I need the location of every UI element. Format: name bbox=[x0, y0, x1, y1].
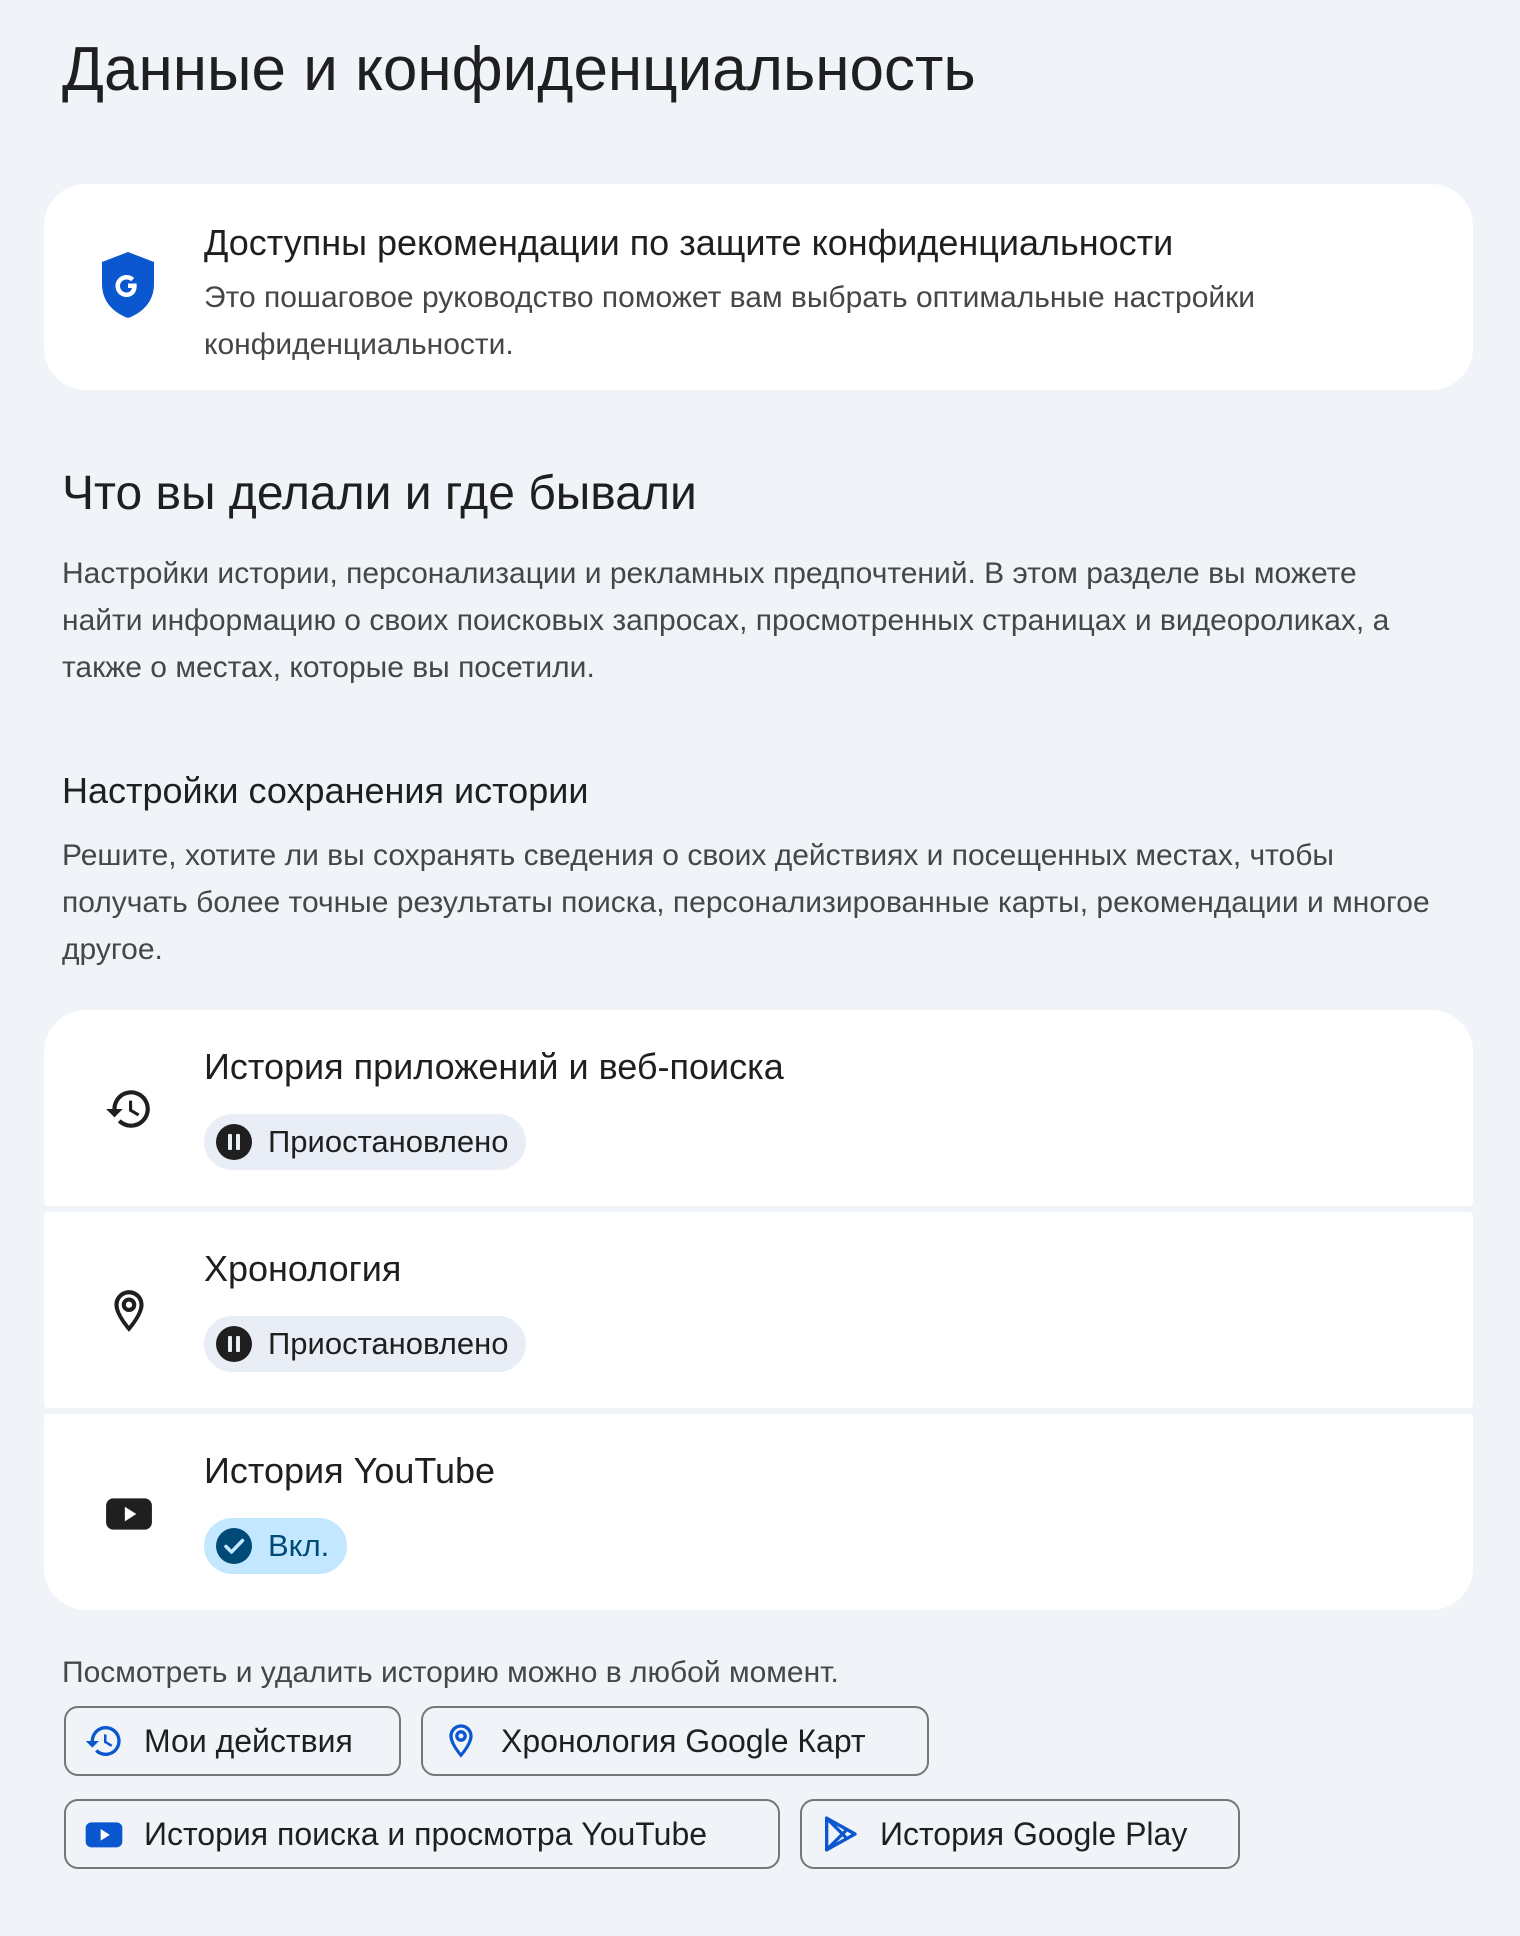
button-label: Мои действия bbox=[144, 1722, 353, 1759]
activity-section-title: Что вы делали и где бывали bbox=[62, 467, 697, 520]
youtube-icon bbox=[85, 1822, 123, 1848]
location-pin-icon bbox=[114, 1290, 144, 1332]
page-title: Данные и конфиденциальность bbox=[62, 35, 976, 104]
item-title: Хронология bbox=[204, 1248, 402, 1289]
button-label: Хронология Google Карт bbox=[501, 1722, 866, 1759]
google-maps-timeline-button[interactable]: Хронология Google Карт bbox=[421, 1706, 929, 1776]
button-label: История Google Play bbox=[880, 1815, 1188, 1852]
timeline-item[interactable]: Хронология Приостановлено bbox=[44, 1212, 1473, 1408]
shield-google-icon bbox=[102, 252, 154, 318]
google-play-history-button[interactable]: История Google Play bbox=[800, 1799, 1240, 1869]
check-circle-icon bbox=[216, 1528, 252, 1564]
status-label: Приостановлено bbox=[268, 1124, 509, 1159]
footer-note: Посмотреть и удалить историю можно в люб… bbox=[62, 1656, 839, 1689]
item-title: История приложений и веб-поиска bbox=[204, 1046, 784, 1087]
activity-section-description: Настройки истории, персонализации и рекл… bbox=[62, 557, 1390, 684]
status-badge: Приостановлено bbox=[204, 1114, 527, 1170]
pause-icon bbox=[216, 1326, 252, 1362]
status-badge: Приостановлено bbox=[204, 1316, 527, 1372]
privacy-recommendation-card[interactable]: Доступны рекомендации по защите конфиден… bbox=[44, 184, 1473, 390]
pause-icon bbox=[216, 1124, 252, 1160]
history-settings-list: История приложений и веб-поиска Приостан… bbox=[44, 1010, 1473, 1610]
status-label: Вкл. bbox=[268, 1528, 330, 1563]
youtube-history-button[interactable]: История поиска и просмотра YouTube bbox=[64, 1799, 780, 1869]
status-label: Приостановлено bbox=[268, 1326, 509, 1361]
youtube-icon bbox=[106, 1498, 152, 1530]
item-title: История YouTube bbox=[204, 1450, 496, 1491]
button-label: История поиска и просмотра YouTube bbox=[144, 1815, 708, 1852]
history-icon bbox=[106, 1090, 150, 1128]
page: Данные и конфиденциальность Доступны рек… bbox=[0, 0, 1520, 1936]
status-badge: Вкл. bbox=[204, 1518, 348, 1574]
history-settings-title: Настройки сохранения истории bbox=[62, 770, 589, 811]
youtube-history-item[interactable]: История YouTube Вкл. bbox=[44, 1414, 1473, 1610]
history-settings-description: Решите, хотите ли вы сохранять сведения … bbox=[62, 839, 1430, 966]
my-activity-button[interactable]: Мои действия bbox=[64, 1706, 401, 1776]
location-pin-icon bbox=[449, 1724, 473, 1758]
history-icon bbox=[85, 1726, 121, 1756]
google-play-icon bbox=[825, 1816, 857, 1852]
recommendation-description: Это пошаговое руководство поможет вам вы… bbox=[204, 281, 1256, 361]
web-app-activity-item[interactable]: История приложений и веб-поиска Приостан… bbox=[44, 1010, 1473, 1206]
recommendation-title: Доступны рекомендации по защите конфиден… bbox=[204, 222, 1174, 263]
